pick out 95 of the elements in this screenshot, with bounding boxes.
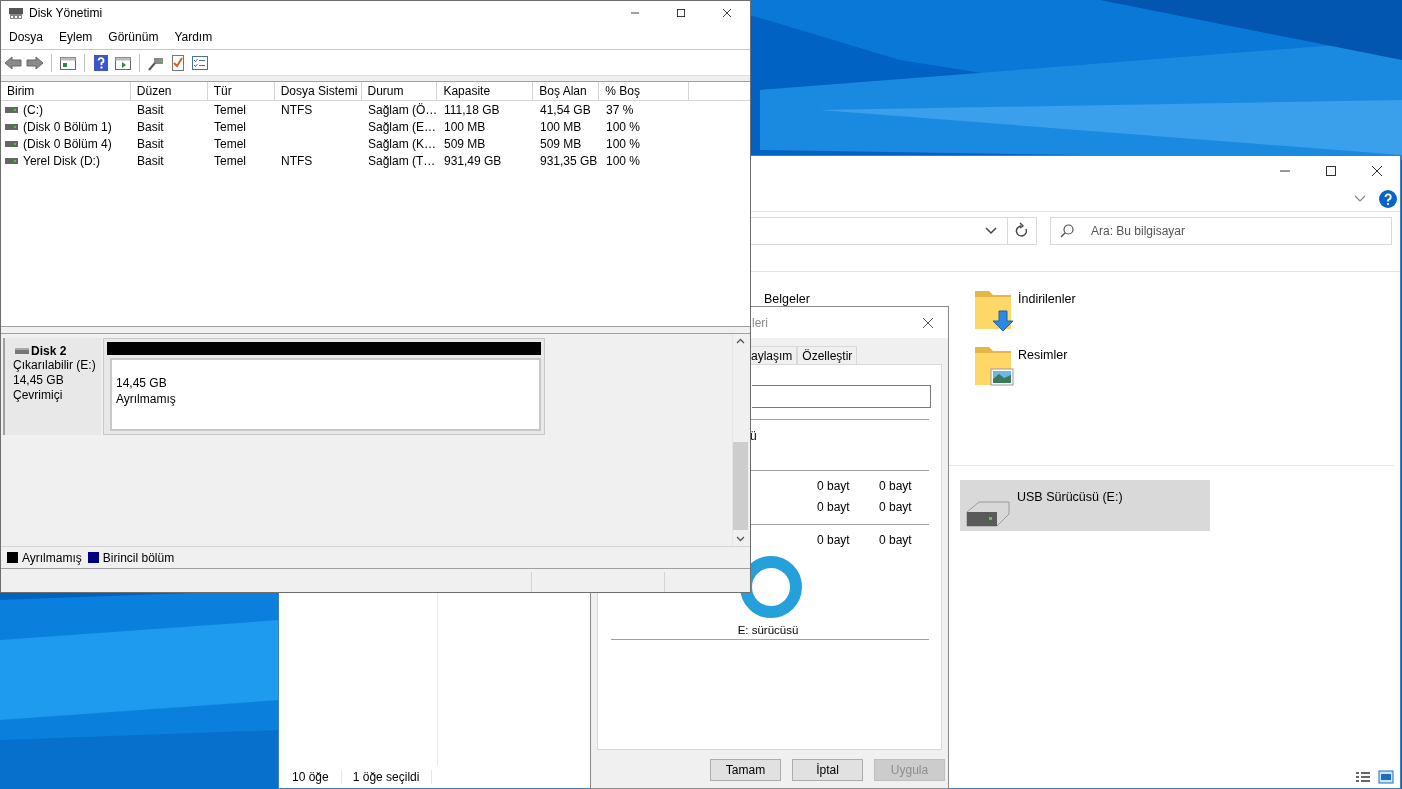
menu-item[interactable]: Yardım — [174, 30, 213, 44]
disk-label-panel[interactable]: Disk 2 Çıkarılabilir (E:) 14,45 GB Çevrimiçi — [3, 338, 101, 435]
properties-list-icon[interactable] — [191, 53, 209, 72]
dialog-button[interactable]: Tamam — [710, 759, 781, 781]
pictures-folder-icon[interactable] — [973, 345, 1015, 389]
size-value: 0 bayt — [817, 533, 851, 547]
column-header[interactable]: Düzen — [130, 82, 208, 100]
table-cell: Sağlam (Ö… — [368, 102, 438, 117]
table-cell: Temel — [214, 136, 246, 151]
table-cell: 100 % — [606, 119, 641, 134]
checklist-icon[interactable] — [169, 53, 187, 72]
legend-label: Birincil bölüm — [102, 550, 175, 565]
table-cell: 509 MB — [540, 136, 582, 151]
drive-caption: E: sürücüsü — [736, 624, 800, 636]
disk-info: 14,45 GB — [13, 373, 65, 388]
download-folder-icon[interactable] — [973, 289, 1015, 333]
expand-ribbon-icon[interactable] — [1353, 193, 1367, 204]
table-cell: NTFS — [281, 102, 313, 117]
disk-info: Çıkarılabilir (E:) — [13, 358, 97, 373]
volume-icon — [5, 156, 19, 165]
details-view-icon[interactable] — [1355, 770, 1371, 784]
scrollbar[interactable] — [732, 334, 748, 546]
tab[interactable]: aylaşım — [751, 346, 798, 365]
table-cell: Basit — [137, 119, 164, 134]
table-cell: Basit — [137, 136, 164, 151]
table-cell: 100 % — [606, 136, 641, 151]
table-cell: 100 MB — [540, 119, 582, 134]
table-cell: Sağlam (E… — [368, 119, 437, 134]
column-header[interactable]: Kapasite — [437, 82, 534, 100]
table-cell: Basit — [137, 102, 164, 117]
disk-management-icon — [8, 5, 24, 21]
refresh-button[interactable] — [1007, 217, 1037, 245]
help-icon[interactable] — [92, 53, 110, 72]
volume-icon — [5, 105, 19, 114]
usb-drive-icon — [965, 498, 1011, 528]
scrollbar-thumb[interactable] — [733, 442, 748, 530]
table-cell: Basit — [137, 153, 164, 168]
table-cell: Temel — [214, 102, 246, 117]
tiles-view-icon[interactable] — [1378, 770, 1394, 784]
table-cell: (Disk 0 Bölüm 4) — [23, 136, 112, 151]
back-arrow-icon[interactable] — [4, 53, 22, 72]
partition-status: Ayrılmamış — [116, 391, 177, 407]
volume-icon — [5, 122, 19, 131]
table-cell: 100 % — [606, 153, 641, 168]
status-text: 1 öğe seçildi — [352, 770, 433, 784]
table-cell: 37 % — [606, 102, 634, 117]
column-header[interactable]: Dosya Sistemi — [274, 82, 362, 100]
table-cell: 931,49 GB — [444, 153, 502, 168]
legend-label: Ayrılmamış — [22, 550, 82, 565]
column-header[interactable]: Durum — [361, 82, 438, 100]
menu-item[interactable]: Eylem — [59, 30, 93, 44]
dropdown-icon[interactable] — [985, 227, 997, 235]
size-value: 0 bayt — [879, 533, 913, 547]
column-header[interactable]: Boş Alan — [533, 82, 600, 100]
folder-name[interactable]: İndirilenler — [1018, 289, 1076, 307]
dialog-button[interactable]: İptal — [792, 759, 863, 781]
table-cell: 100 MB — [444, 119, 486, 134]
window-title: Disk Yönetimi — [29, 6, 103, 20]
table-cell: Yerel Disk (D:) — [23, 153, 100, 168]
status-text: 10 öğe — [292, 770, 342, 784]
size-value: 0 bayt — [817, 500, 851, 514]
table-cell: NTFS — [281, 153, 313, 168]
table-cell: Sağlam (T… — [368, 153, 436, 168]
column-header[interactable]: Birim — [1, 82, 131, 100]
capacity-ring-drawing — [739, 555, 803, 619]
table-cell: Temel — [214, 119, 246, 134]
table-cell: Sağlam (K… — [368, 136, 437, 151]
size-value: 0 bayt — [879, 500, 913, 514]
table-cell: 509 MB — [444, 136, 486, 151]
column-header[interactable]: % Boş — [599, 82, 690, 100]
table-cell: Temel — [214, 153, 246, 168]
table-cell: 931,35 GB — [540, 153, 598, 168]
dialog-title: leri — [751, 315, 768, 330]
drive-name: USB Sürücüsü (E:) — [1017, 490, 1123, 504]
menu-item[interactable]: Dosya — [9, 30, 43, 44]
table-cell: (C:) — [23, 102, 43, 117]
disk-name: Disk 2 — [31, 344, 67, 358]
drive-tile[interactable]: USB Sürücüsü (E:) — [960, 480, 1210, 531]
name-field[interactable] — [752, 385, 931, 408]
type-label: ü — [749, 429, 758, 443]
table-cell: 41,54 GB — [540, 102, 591, 117]
volume-icon — [5, 139, 19, 148]
size-value: 0 bayt — [879, 479, 913, 493]
disk-info: Çevrimiçi — [13, 388, 64, 403]
table-cell: 111,18 GB — [444, 102, 500, 117]
column-header[interactable]: Tür — [207, 82, 275, 100]
size-value: 0 bayt — [817, 479, 851, 493]
help-icon[interactable] — [1379, 189, 1397, 208]
forward-arrow-icon[interactable] — [26, 53, 44, 72]
folder-name[interactable]: Resimler — [1018, 345, 1068, 363]
menu-item[interactable]: Görünüm — [108, 30, 159, 44]
table-cell: (Disk 0 Bölüm 1) — [23, 119, 112, 134]
partition-size: 14,45 GB — [116, 375, 168, 391]
folder-name[interactable]: Belgeler — [764, 289, 810, 307]
search-field[interactable]: Ara: Bu bilgisayar — [1050, 217, 1392, 245]
